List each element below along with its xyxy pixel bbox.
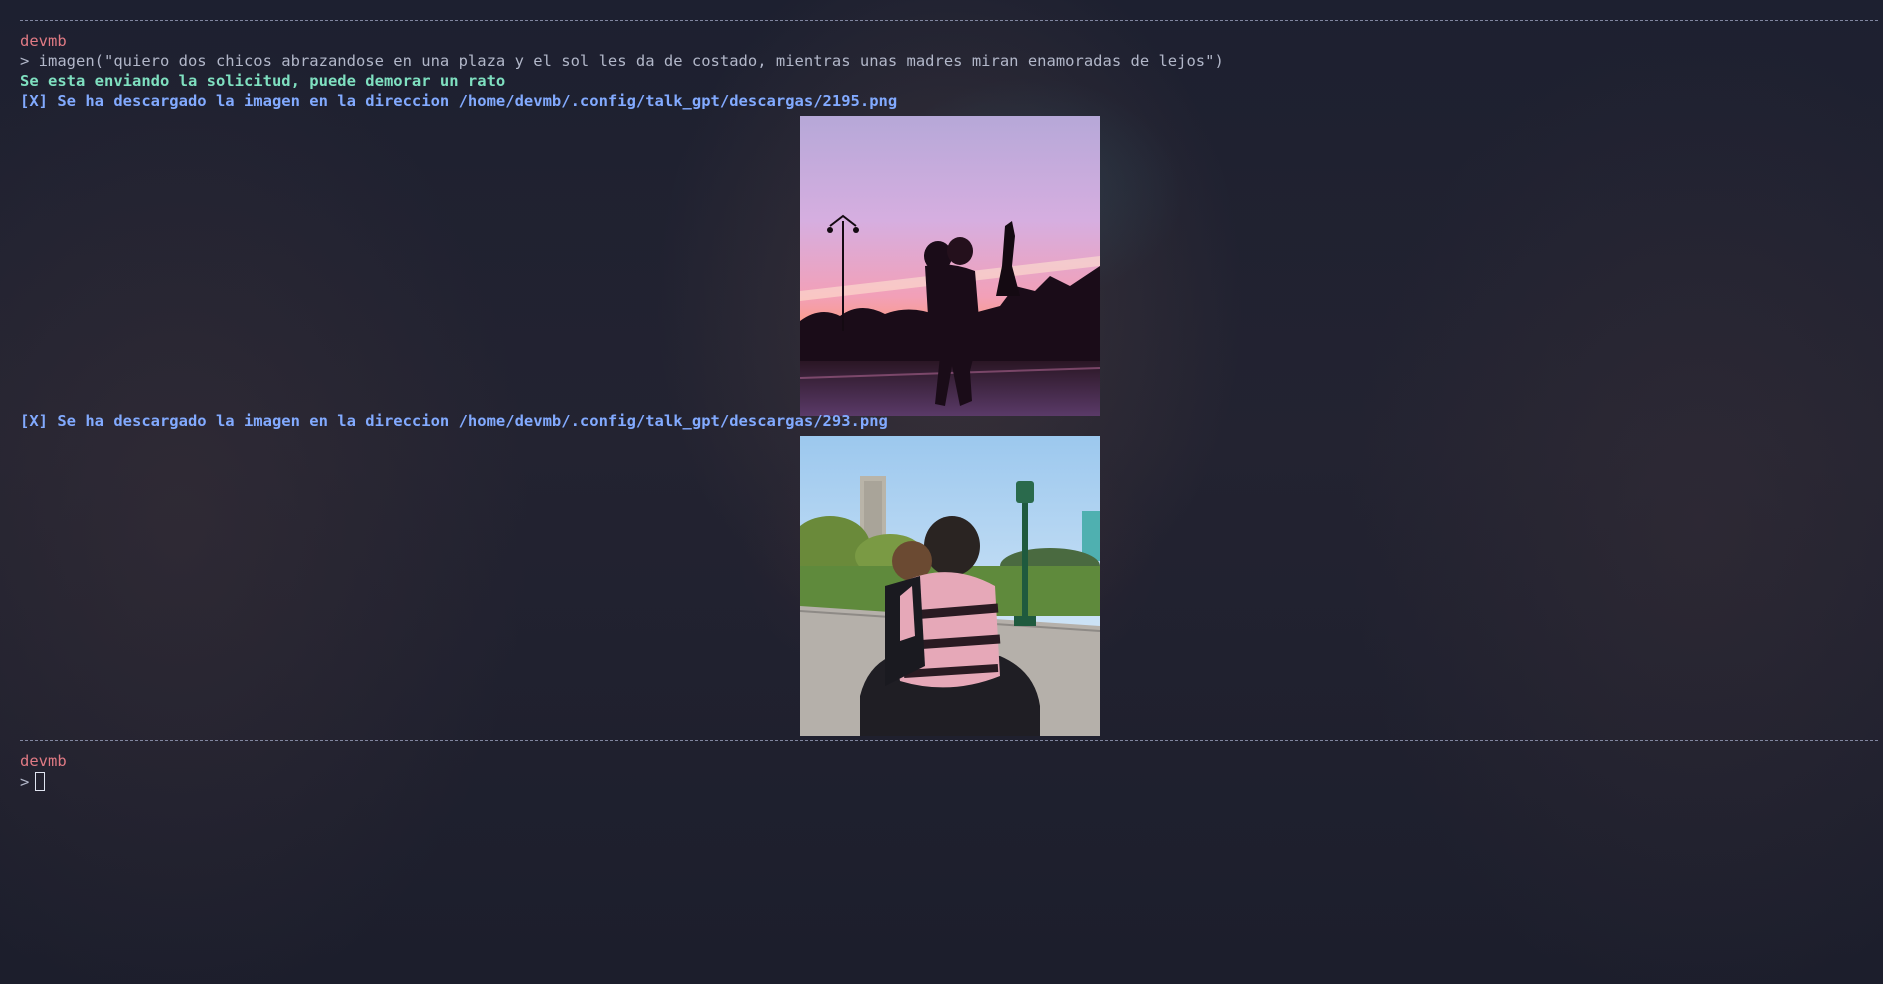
prompt-symbol: > <box>20 773 30 791</box>
separator-rule <box>20 740 1878 741</box>
park-hug-photo <box>800 436 1100 736</box>
download-message-2: [X] Se ha descargado la imagen en la dir… <box>20 412 888 430</box>
download-message-1: [X] Se ha descargado la imagen en la dir… <box>20 92 898 110</box>
username-label: devmb <box>20 752 67 770</box>
text-cursor[interactable] <box>35 772 46 791</box>
username-label: devmb <box>20 32 67 50</box>
separator-rule <box>20 20 1878 21</box>
terminal-window[interactable]: devmb > imagen("quiero dos chicos abraza… <box>0 0 1883 984</box>
command-line: > imagen("quiero dos chicos abrazandose … <box>20 52 1224 70</box>
prompt-line[interactable]: > <box>20 772 46 792</box>
status-message: Se esta enviando la solicitud, puede dem… <box>20 72 506 90</box>
sunset-silhouette-hug-photo <box>800 116 1100 416</box>
